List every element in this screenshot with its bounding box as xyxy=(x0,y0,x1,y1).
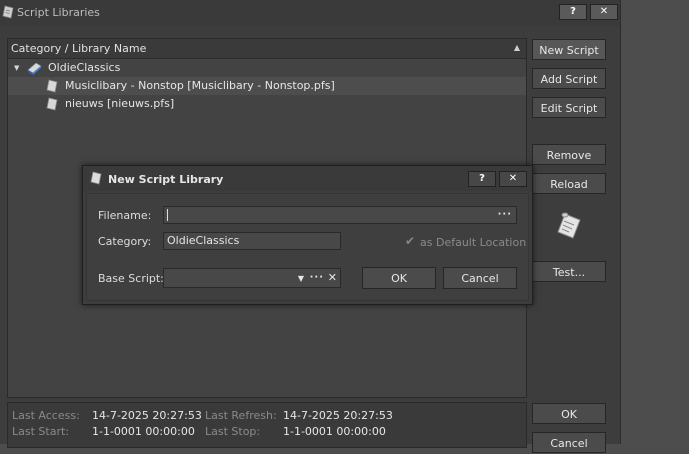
new-script-button[interactable]: New Script xyxy=(532,39,606,60)
add-script-button[interactable]: Add Script xyxy=(532,68,606,89)
script-icon xyxy=(46,97,58,111)
text-caret xyxy=(167,209,168,221)
filename-input[interactable]: ··· xyxy=(163,206,517,224)
last-refresh-label: Last Refresh: xyxy=(205,409,277,422)
filename-label: Filename: xyxy=(98,209,152,222)
dialog-body: Filename: ··· Category: OldieClassics ✔ … xyxy=(86,193,529,301)
dialog-cancel-button[interactable]: Cancel xyxy=(443,267,517,289)
cancel-button[interactable]: Cancel xyxy=(532,432,606,453)
clear-icon[interactable]: ✕ xyxy=(328,270,337,286)
category-label: Category: xyxy=(98,235,152,248)
tree-item-label: nieuws [nieuws.pfs] xyxy=(65,97,175,110)
column-header-label: Category / Library Name xyxy=(11,42,147,55)
last-start-label: Last Start: xyxy=(12,425,69,438)
script-icon xyxy=(46,79,58,93)
script-scroll-icon xyxy=(557,212,581,239)
last-start-value: 1-1-0001 00:00:00 xyxy=(92,425,195,438)
tree-column-header[interactable]: Category / Library Name ▲ xyxy=(8,39,526,59)
dialog-close-button[interactable]: ✕ xyxy=(499,171,527,187)
category-value: OldieClassics xyxy=(167,234,240,247)
last-refresh-value: 14-7-2025 20:27:53 xyxy=(283,409,393,422)
close-button[interactable]: ✕ xyxy=(590,4,618,20)
browse-ellipsis-icon[interactable]: ··· xyxy=(498,207,512,223)
dropdown-arrow-icon[interactable]: ▼ xyxy=(298,271,304,287)
category-input[interactable]: OldieClassics xyxy=(163,232,341,250)
browse-ellipsis-icon[interactable]: ··· xyxy=(310,270,324,286)
library-book-icon xyxy=(27,62,42,75)
new-script-library-dialog: New Script Library ? ✕ Filename: ··· Cat… xyxy=(82,165,533,305)
base-script-label: Base Script: xyxy=(98,272,164,285)
tree-item-row[interactable]: nieuws [nieuws.pfs] xyxy=(8,95,526,113)
window-title: Script Libraries xyxy=(17,6,100,19)
script-icon xyxy=(90,171,102,185)
collapse-arrow-icon[interactable]: ▼ xyxy=(14,59,19,77)
last-access-value: 14-7-2025 20:27:53 xyxy=(92,409,202,422)
script-icon xyxy=(2,5,14,19)
dialog-title-bar: New Script Library ? ✕ xyxy=(83,166,532,191)
last-access-label: Last Access: xyxy=(12,409,80,422)
last-stop-value: 1-1-0001 00:00:00 xyxy=(283,425,386,438)
default-location-label: as Default Location xyxy=(420,236,527,249)
help-button[interactable]: ? xyxy=(559,4,587,20)
category-label: OldieClassics xyxy=(48,61,121,74)
tree-item-label: Musiclibary - Nonstop [Musiclibary - Non… xyxy=(65,79,335,92)
sort-ascending-icon: ▲ xyxy=(513,43,520,52)
edit-script-button[interactable]: Edit Script xyxy=(532,97,606,118)
test-button[interactable]: Test... xyxy=(532,261,606,282)
title-bar: Script Libraries ? ✕ xyxy=(0,0,620,26)
status-panel: Last Access: 14-7-2025 20:27:53 Last Ref… xyxy=(7,402,527,448)
tree-category-row[interactable]: ▼ OldieClassics xyxy=(8,59,526,77)
dialog-ok-button[interactable]: OK xyxy=(362,267,436,289)
base-script-select[interactable]: ▼ ··· ✕ xyxy=(163,268,341,288)
reload-button[interactable]: Reload xyxy=(532,173,606,194)
dialog-help-button[interactable]: ? xyxy=(468,171,496,187)
dialog-title: New Script Library xyxy=(108,173,224,186)
ok-button[interactable]: OK xyxy=(532,403,606,424)
tree-item-row[interactable]: Musiclibary - Nonstop [Musiclibary - Non… xyxy=(8,77,526,95)
remove-button[interactable]: Remove xyxy=(532,144,606,165)
default-location-checkbox[interactable]: ✔ xyxy=(405,235,417,247)
last-stop-label: Last Stop: xyxy=(205,425,261,438)
